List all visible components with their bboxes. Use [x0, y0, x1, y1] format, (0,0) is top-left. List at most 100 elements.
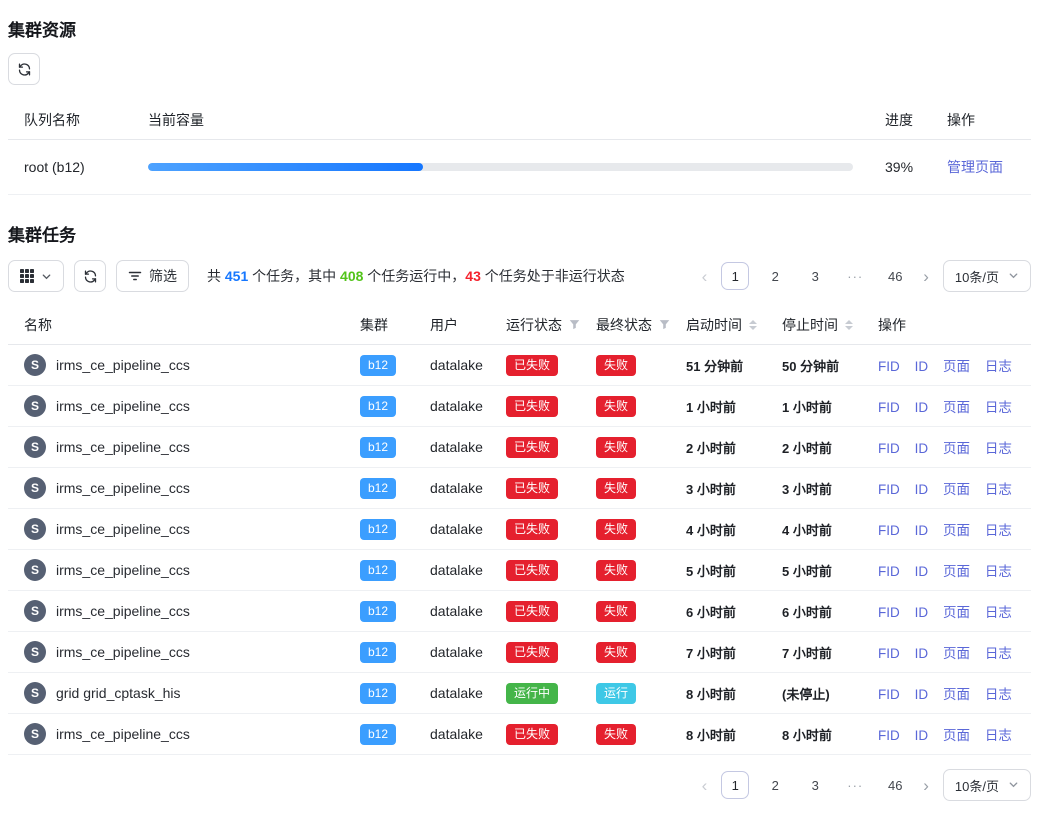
- filter-button[interactable]: 筛选: [116, 260, 189, 292]
- progress-percent-label: 39%: [869, 140, 931, 195]
- user-name: datalake: [430, 480, 483, 496]
- table-row: S irms_ce_pipeline_ccs b12 datalake 已失败 …: [8, 632, 1031, 673]
- log-link[interactable]: 日志: [985, 728, 1012, 743]
- tasks-col-start-time[interactable]: 启动时间: [670, 306, 766, 345]
- page-link[interactable]: 页面: [943, 482, 970, 497]
- id-link[interactable]: ID: [915, 359, 929, 374]
- pagination-next[interactable]: ›: [921, 268, 931, 285]
- pagination-page-3[interactable]: 3: [801, 771, 829, 799]
- start-time: 5 小时前: [686, 564, 736, 579]
- stop-time: 4 小时前: [782, 523, 832, 538]
- task-name: irms_ce_pipeline_ccs: [56, 357, 190, 373]
- user-name: datalake: [430, 521, 483, 537]
- fid-link[interactable]: FID: [878, 400, 900, 415]
- pagination-page-46[interactable]: 46: [881, 771, 909, 799]
- avatar: S: [24, 559, 46, 581]
- page-size-label: 10条/页: [955, 267, 999, 286]
- id-link[interactable]: ID: [915, 441, 929, 456]
- fid-link[interactable]: FID: [878, 523, 900, 538]
- fid-link[interactable]: FID: [878, 564, 900, 579]
- log-link[interactable]: 日志: [985, 482, 1012, 497]
- id-link[interactable]: ID: [915, 687, 929, 702]
- pagination-page-3[interactable]: 3: [801, 262, 829, 290]
- resources-refresh-button[interactable]: [8, 53, 40, 85]
- resources-header-row: 队列名称 当前容量 进度 操作: [8, 101, 1031, 140]
- run-status-badge: 已失败: [506, 560, 558, 581]
- id-link[interactable]: ID: [915, 523, 929, 538]
- page-link[interactable]: 页面: [943, 564, 970, 579]
- pagination-page-2[interactable]: 2: [761, 262, 789, 290]
- page-link[interactable]: 页面: [943, 605, 970, 620]
- fid-link[interactable]: FID: [878, 728, 900, 743]
- fid-link[interactable]: FID: [878, 646, 900, 661]
- pagination-ellipsis[interactable]: ···: [841, 771, 869, 799]
- stop-time: 8 小时前: [782, 728, 832, 743]
- log-link[interactable]: 日志: [985, 646, 1012, 661]
- table-row: S irms_ce_pipeline_ccs b12 datalake 已失败 …: [8, 386, 1031, 427]
- start-time: 7 小时前: [686, 646, 736, 661]
- id-link[interactable]: ID: [915, 564, 929, 579]
- page-link[interactable]: 页面: [943, 400, 970, 415]
- pagination-next[interactable]: ›: [921, 777, 931, 794]
- table-row: S irms_ce_pipeline_ccs b12 datalake 已失败 …: [8, 509, 1031, 550]
- pagination-prev[interactable]: ‹: [700, 268, 710, 285]
- page-size-select[interactable]: 10条/页: [943, 260, 1031, 292]
- resources-section-title: 集群资源: [8, 16, 1031, 41]
- fid-link[interactable]: FID: [878, 359, 900, 374]
- page-link[interactable]: 页面: [943, 687, 970, 702]
- id-link[interactable]: ID: [915, 728, 929, 743]
- id-link[interactable]: ID: [915, 400, 929, 415]
- page-link[interactable]: 页面: [943, 359, 970, 374]
- page: 集群资源 队列名称 当前容量 进度 操作 roo: [0, 0, 1039, 817]
- page-link[interactable]: 页面: [943, 523, 970, 538]
- task-name: irms_ce_pipeline_ccs: [56, 398, 190, 414]
- filter-funnel-icon[interactable]: [659, 317, 670, 333]
- log-link[interactable]: 日志: [985, 523, 1012, 538]
- page-link[interactable]: 页面: [943, 646, 970, 661]
- avatar: S: [24, 518, 46, 540]
- filter-funnel-icon[interactable]: [569, 317, 580, 333]
- pagination-page-1[interactable]: 1: [721, 262, 749, 290]
- final-status-badge: 失败: [596, 724, 636, 745]
- final-status-badge: 失败: [596, 355, 636, 376]
- pagination-ellipsis[interactable]: ···: [841, 262, 869, 290]
- run-status-badge: 已失败: [506, 642, 558, 663]
- fid-link[interactable]: FID: [878, 441, 900, 456]
- tasks-refresh-button[interactable]: [74, 260, 106, 292]
- pagination-page-1[interactable]: 1: [721, 771, 749, 799]
- log-link[interactable]: 日志: [985, 564, 1012, 579]
- fid-link[interactable]: FID: [878, 687, 900, 702]
- log-link[interactable]: 日志: [985, 359, 1012, 374]
- column-settings-button[interactable]: [8, 260, 64, 292]
- sort-icon[interactable]: [749, 320, 757, 330]
- final-status-badge: 失败: [596, 642, 636, 663]
- manage-page-link[interactable]: 管理页面: [947, 159, 1003, 175]
- fid-link[interactable]: FID: [878, 482, 900, 497]
- tasks-table: 名称 集群 用户 运行状态 最终状态 启动时间: [8, 306, 1031, 755]
- sort-icon[interactable]: [845, 320, 853, 330]
- cluster-badge: b12: [360, 683, 396, 704]
- id-link[interactable]: ID: [915, 646, 929, 661]
- cluster-badge: b12: [360, 724, 396, 745]
- tasks-col-stop-time[interactable]: 停止时间: [766, 306, 862, 345]
- tasks-section-title: 集群任务: [8, 221, 1031, 246]
- chevron-down-icon: [41, 271, 52, 282]
- tasks-col-run-status[interactable]: 运行状态: [490, 306, 580, 345]
- avatar: S: [24, 354, 46, 376]
- log-link[interactable]: 日志: [985, 400, 1012, 415]
- pagination-page-46[interactable]: 46: [881, 262, 909, 290]
- page-link[interactable]: 页面: [943, 441, 970, 456]
- log-link[interactable]: 日志: [985, 687, 1012, 702]
- tasks-col-final-status[interactable]: 最终状态: [580, 306, 670, 345]
- log-link[interactable]: 日志: [985, 605, 1012, 620]
- id-link[interactable]: ID: [915, 482, 929, 497]
- nonrunning-count: 43: [465, 268, 481, 284]
- pagination-prev[interactable]: ‹: [700, 777, 710, 794]
- id-link[interactable]: ID: [915, 605, 929, 620]
- resources-col-capacity: 当前容量: [132, 101, 869, 140]
- pagination-page-2[interactable]: 2: [761, 771, 789, 799]
- fid-link[interactable]: FID: [878, 605, 900, 620]
- page-link[interactable]: 页面: [943, 728, 970, 743]
- log-link[interactable]: 日志: [985, 441, 1012, 456]
- page-size-select[interactable]: 10条/页: [943, 769, 1031, 801]
